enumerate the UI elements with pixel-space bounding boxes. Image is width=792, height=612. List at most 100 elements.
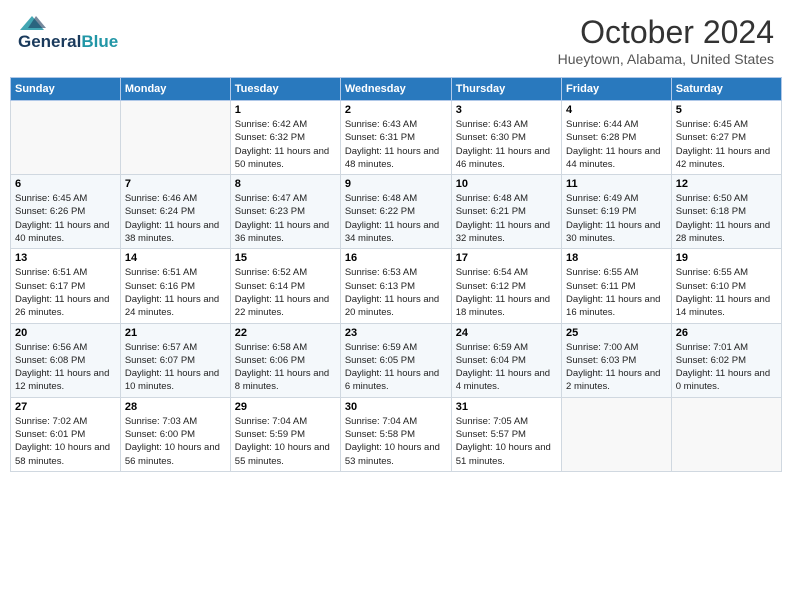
day-info: Sunrise: 6:57 AMSunset: 6:07 PMDaylight:…	[125, 341, 226, 394]
day-info: Sunrise: 7:04 AMSunset: 5:59 PMDaylight:…	[235, 415, 336, 468]
calendar-cell: 29 Sunrise: 7:04 AMSunset: 5:59 PMDayligh…	[230, 397, 340, 471]
day-number: 11	[566, 178, 667, 190]
title-section: October 2024 Hueytown, Alabama, United S…	[558, 14, 774, 67]
calendar-cell: 10 Sunrise: 6:48 AMSunset: 6:21 PMDayligh…	[451, 175, 561, 249]
day-info: Sunrise: 6:51 AMSunset: 6:16 PMDaylight:…	[125, 266, 226, 319]
calendar-cell: 8 Sunrise: 6:47 AMSunset: 6:23 PMDaylight…	[230, 175, 340, 249]
calendar-cell: 13Sunrise: 6:51 AMSunset: 6:17 PMDayligh…	[11, 249, 121, 323]
day-info: Sunrise: 7:04 AMSunset: 5:58 PMDaylight:…	[345, 415, 447, 468]
calendar-cell	[671, 397, 781, 471]
weekday-header: Sunday	[11, 78, 121, 101]
day-info: Sunrise: 7:02 AMSunset: 6:01 PMDaylight:…	[15, 415, 116, 468]
weekday-header: Thursday	[451, 78, 561, 101]
calendar-cell: 12Sunrise: 6:50 AMSunset: 6:18 PMDayligh…	[671, 175, 781, 249]
month-title: October 2024	[558, 14, 774, 51]
day-info: Sunrise: 7:00 AMSunset: 6:03 PMDaylight:…	[566, 341, 667, 394]
weekday-header: Saturday	[671, 78, 781, 101]
calendar-cell	[120, 101, 230, 175]
calendar-week-row: 6 Sunrise: 6:45 AMSunset: 6:26 PMDaylight…	[11, 175, 782, 249]
day-number: 23	[345, 327, 447, 339]
day-number: 29	[235, 401, 336, 413]
day-number: 10	[456, 178, 557, 190]
day-number: 21	[125, 327, 226, 339]
day-info: Sunrise: 6:48 AMSunset: 6:22 PMDaylight:…	[345, 192, 447, 245]
weekday-header: Monday	[120, 78, 230, 101]
calendar-cell: 14 Sunrise: 6:51 AMSunset: 6:16 PMDayligh…	[120, 249, 230, 323]
day-number: 19	[676, 252, 777, 264]
day-number: 18	[566, 252, 667, 264]
day-number: 16	[345, 252, 447, 264]
day-number: 8	[235, 178, 336, 190]
day-info: Sunrise: 6:44 AMSunset: 6:28 PMDaylight:…	[566, 118, 667, 171]
logo-icon	[18, 14, 46, 32]
day-info: Sunrise: 6:43 AMSunset: 6:30 PMDaylight:…	[456, 118, 557, 171]
day-info: Sunrise: 6:54 AMSunset: 6:12 PMDaylight:…	[456, 266, 557, 319]
day-number: 17	[456, 252, 557, 264]
calendar-cell: 31 Sunrise: 7:05 AMSunset: 5:57 PMDayligh…	[451, 397, 561, 471]
day-info: Sunrise: 6:46 AMSunset: 6:24 PMDaylight:…	[125, 192, 226, 245]
calendar-table: SundayMondayTuesdayWednesdayThursdayFrid…	[10, 77, 782, 472]
calendar-cell: 17 Sunrise: 6:54 AMSunset: 6:12 PMDayligh…	[451, 249, 561, 323]
calendar-cell: 9 Sunrise: 6:48 AMSunset: 6:22 PMDaylight…	[340, 175, 451, 249]
day-number: 20	[15, 327, 116, 339]
day-number: 9	[345, 178, 447, 190]
calendar-cell: 16 Sunrise: 6:53 AMSunset: 6:13 PMDayligh…	[340, 249, 451, 323]
calendar-cell: 26Sunrise: 7:01 AMSunset: 6:02 PMDayligh…	[671, 323, 781, 397]
day-number: 3	[456, 104, 557, 116]
day-number: 22	[235, 327, 336, 339]
day-info: Sunrise: 6:43 AMSunset: 6:31 PMDaylight:…	[345, 118, 447, 171]
weekday-header: Friday	[562, 78, 672, 101]
day-info: Sunrise: 6:52 AMSunset: 6:14 PMDaylight:…	[235, 266, 336, 319]
location: Hueytown, Alabama, United States	[558, 51, 774, 67]
calendar-cell: 6 Sunrise: 6:45 AMSunset: 6:26 PMDaylight…	[11, 175, 121, 249]
calendar-cell	[562, 397, 672, 471]
day-info: Sunrise: 6:55 AMSunset: 6:10 PMDaylight:…	[676, 266, 777, 319]
calendar-week-row: 1Sunrise: 6:42 AMSunset: 6:32 PMDaylight…	[11, 101, 782, 175]
calendar-cell: 18 Sunrise: 6:55 AMSunset: 6:11 PMDayligh…	[562, 249, 672, 323]
day-number: 2	[345, 104, 447, 116]
day-number: 31	[456, 401, 557, 413]
day-number: 25	[566, 327, 667, 339]
day-info: Sunrise: 6:45 AMSunset: 6:27 PMDaylight:…	[676, 118, 777, 171]
logo: GeneralBlue	[18, 14, 118, 52]
day-number: 14	[125, 252, 226, 264]
logo-blue-text: Blue	[81, 32, 118, 51]
calendar-cell: 20Sunrise: 6:56 AMSunset: 6:08 PMDayligh…	[11, 323, 121, 397]
day-info: Sunrise: 7:05 AMSunset: 5:57 PMDaylight:…	[456, 415, 557, 468]
day-number: 28	[125, 401, 226, 413]
day-info: Sunrise: 6:55 AMSunset: 6:11 PMDaylight:…	[566, 266, 667, 319]
day-info: Sunrise: 6:59 AMSunset: 6:04 PMDaylight:…	[456, 341, 557, 394]
calendar-cell: 2 Sunrise: 6:43 AMSunset: 6:31 PMDaylight…	[340, 101, 451, 175]
calendar-cell: 30Sunrise: 7:04 AMSunset: 5:58 PMDayligh…	[340, 397, 451, 471]
calendar-cell: 24Sunrise: 6:59 AMSunset: 6:04 PMDayligh…	[451, 323, 561, 397]
day-info: Sunrise: 7:01 AMSunset: 6:02 PMDaylight:…	[676, 341, 777, 394]
calendar-cell: 7 Sunrise: 6:46 AMSunset: 6:24 PMDaylight…	[120, 175, 230, 249]
page-header: GeneralBlue October 2024 Hueytown, Alaba…	[10, 10, 782, 71]
day-info: Sunrise: 6:48 AMSunset: 6:21 PMDaylight:…	[456, 192, 557, 245]
calendar-cell: 19 Sunrise: 6:55 AMSunset: 6:10 PMDayligh…	[671, 249, 781, 323]
day-number: 7	[125, 178, 226, 190]
calendar-cell	[11, 101, 121, 175]
day-info: Sunrise: 6:59 AMSunset: 6:05 PMDaylight:…	[345, 341, 447, 394]
day-info: Sunrise: 6:50 AMSunset: 6:18 PMDaylight:…	[676, 192, 777, 245]
weekday-header: Tuesday	[230, 78, 340, 101]
calendar-week-row: 27Sunrise: 7:02 AMSunset: 6:01 PMDayligh…	[11, 397, 782, 471]
day-number: 15	[235, 252, 336, 264]
day-info: Sunrise: 6:47 AMSunset: 6:23 PMDaylight:…	[235, 192, 336, 245]
day-info: Sunrise: 6:45 AMSunset: 6:26 PMDaylight:…	[15, 192, 116, 245]
logo-general-text: General	[18, 32, 81, 51]
day-number: 6	[15, 178, 116, 190]
day-info: Sunrise: 6:58 AMSunset: 6:06 PMDaylight:…	[235, 341, 336, 394]
day-number: 5	[676, 104, 777, 116]
day-info: Sunrise: 6:51 AMSunset: 6:17 PMDaylight:…	[15, 266, 116, 319]
day-info: Sunrise: 6:53 AMSunset: 6:13 PMDaylight:…	[345, 266, 447, 319]
day-number: 1	[235, 104, 336, 116]
calendar-cell: 11 Sunrise: 6:49 AMSunset: 6:19 PMDayligh…	[562, 175, 672, 249]
calendar-cell: 28 Sunrise: 7:03 AMSunset: 6:00 PMDayligh…	[120, 397, 230, 471]
calendar-cell: 27Sunrise: 7:02 AMSunset: 6:01 PMDayligh…	[11, 397, 121, 471]
calendar-cell: 25 Sunrise: 7:00 AMSunset: 6:03 PMDayligh…	[562, 323, 672, 397]
day-info: Sunrise: 6:49 AMSunset: 6:19 PMDaylight:…	[566, 192, 667, 245]
day-number: 4	[566, 104, 667, 116]
calendar-week-row: 20Sunrise: 6:56 AMSunset: 6:08 PMDayligh…	[11, 323, 782, 397]
day-info: Sunrise: 7:03 AMSunset: 6:00 PMDaylight:…	[125, 415, 226, 468]
